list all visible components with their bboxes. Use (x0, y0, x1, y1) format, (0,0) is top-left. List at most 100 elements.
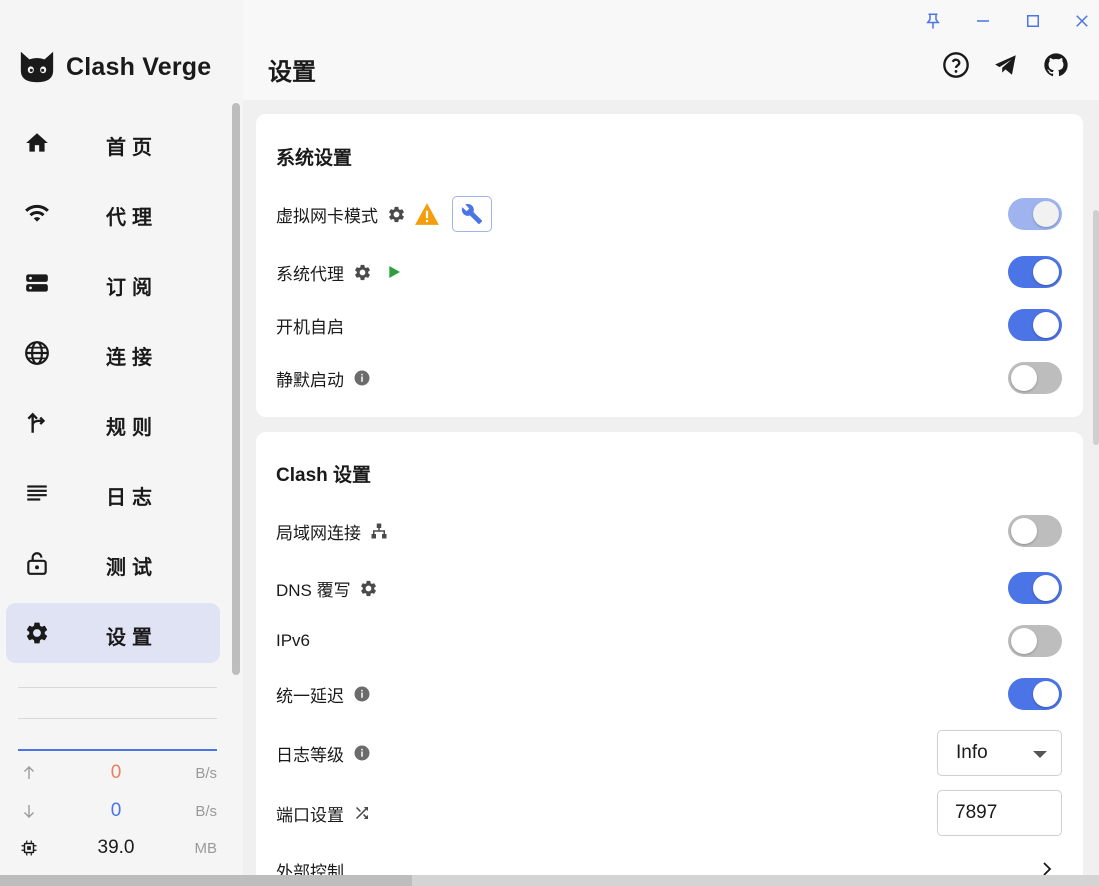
sidebar-item-label: 代理 (106, 207, 158, 229)
log-level-row: 日志等级 Info (276, 730, 1062, 776)
divider (18, 687, 217, 688)
network-icon[interactable] (369, 521, 389, 541)
log-level-label: 日志等级 (276, 745, 344, 765)
scrollbar-thumb[interactable] (0, 875, 412, 886)
chevron-right-icon (1043, 862, 1052, 875)
pin-icon (926, 13, 940, 29)
sidebar-nav: 首页 代理 订阅 连接 规则 日志 测试 设置 (6, 113, 220, 673)
memory-value: 39.0 (97, 837, 135, 858)
system-settings-card: 系统设置 虚拟网卡模式 系统代理 开机自启 静默启动 (256, 114, 1083, 417)
close-icon (1076, 15, 1088, 27)
info-icon[interactable] (352, 743, 372, 763)
divider (18, 718, 217, 719)
page-title: 设置 (268, 59, 316, 86)
wifi-icon (25, 204, 49, 222)
port-label: 端口设置 (276, 805, 344, 825)
sidebar-item-connections[interactable]: 连接 (6, 323, 220, 383)
cat-logo-icon (20, 51, 54, 83)
help-circle-icon (943, 52, 969, 78)
app-logo: Clash Verge (18, 48, 211, 86)
download-value: 0 (110, 800, 122, 821)
log-level-select[interactable]: Info (937, 730, 1062, 776)
telegram-button[interactable] (991, 50, 1021, 80)
sidebar-item-profiles[interactable]: 订阅 (6, 253, 220, 313)
download-unit: B/s (195, 803, 217, 820)
auto-launch-row: 开机自启 (276, 305, 1062, 345)
dns-overwrite-label: DNS 覆写 (276, 580, 351, 600)
sidebar-item-logs[interactable]: 日志 (6, 463, 220, 523)
chevron-down-icon (1033, 751, 1047, 758)
sidebar-item-label: 设置 (106, 627, 158, 649)
close-button[interactable] (1069, 8, 1095, 34)
port-input[interactable] (937, 790, 1062, 836)
sidebar-item-label: 测试 (106, 557, 158, 579)
dns-overwrite-toggle[interactable] (1008, 572, 1062, 604)
section-title: Clash 设置 (276, 465, 372, 486)
unified-delay-toggle[interactable] (1008, 678, 1062, 710)
wrench-icon (461, 204, 483, 225)
storage-icon (26, 274, 48, 292)
external-controller-row[interactable]: 外部控制 (276, 850, 1062, 875)
play-icon[interactable] (384, 262, 404, 282)
info-icon[interactable] (352, 684, 372, 704)
app-name: Clash Verge (66, 52, 212, 81)
system-proxy-row: 系统代理 (276, 252, 1062, 292)
globe-icon (25, 341, 49, 365)
sidebar-item-label: 日志 (106, 487, 158, 509)
ipv6-label: IPv6 (276, 631, 311, 650)
tun-mode-toggle[interactable] (1008, 198, 1062, 230)
allow-lan-toggle[interactable] (1008, 515, 1062, 547)
gear-icon[interactable] (386, 204, 406, 224)
minimize-button[interactable] (970, 8, 996, 34)
tun-mode-label: 虚拟网卡模式 (276, 206, 378, 226)
tun-repair-button[interactable] (452, 196, 492, 232)
auto-launch-label: 开机自启 (276, 317, 344, 337)
sidebar-item-test[interactable]: 测试 (6, 533, 220, 593)
sidebar-item-label: 规则 (106, 417, 158, 439)
info-icon[interactable] (352, 368, 372, 388)
dns-overwrite-row: DNS 覆写 (276, 568, 1062, 608)
horizontal-scrollbar[interactable] (0, 875, 1099, 886)
arrow-down-icon (24, 805, 34, 818)
gear-icon[interactable] (352, 262, 372, 282)
help-button[interactable] (941, 50, 971, 80)
auto-launch-toggle[interactable] (1008, 309, 1062, 341)
github-button[interactable] (1041, 50, 1071, 80)
warning-icon[interactable] (414, 203, 440, 225)
ipv6-toggle[interactable] (1008, 625, 1062, 657)
memory-unit: MB (194, 840, 218, 857)
sidebar-item-home[interactable]: 首页 (6, 113, 220, 173)
sidebar-item-label: 连接 (106, 347, 158, 369)
settings-content: 系统设置 虚拟网卡模式 系统代理 开机自启 静默启动 Clash 设置 局域网连… (243, 100, 1099, 875)
gear-icon[interactable] (359, 578, 379, 598)
pin-button[interactable] (920, 8, 946, 34)
tun-mode-row: 虚拟网卡模式 (276, 194, 1062, 234)
sidebar-item-rules[interactable]: 规则 (6, 393, 220, 453)
sidebar: Clash Verge 首页 代理 订阅 连接 规则 日志 测试 设置 0 B/… (0, 0, 243, 886)
telegram-icon (995, 55, 1016, 75)
system-proxy-toggle[interactable] (1008, 256, 1062, 288)
upload-unit: B/s (195, 765, 217, 782)
sidebar-item-label: 订阅 (106, 277, 158, 299)
allow-lan-label: 局域网连接 (276, 523, 361, 543)
allow-lan-row: 局域网连接 (276, 511, 1062, 551)
sidebar-item-label: 首页 (106, 137, 158, 159)
system-proxy-label: 系统代理 (276, 264, 344, 284)
sidebar-item-proxy[interactable]: 代理 (6, 183, 220, 243)
sidebar-scrollbar[interactable] (232, 103, 240, 675)
silent-start-label: 静默启动 (276, 370, 344, 390)
list-icon (27, 485, 47, 501)
lock-open-icon (27, 552, 47, 575)
shuffle-icon[interactable] (352, 803, 372, 823)
memory-usage: 39.0 MB (18, 837, 217, 861)
content-scrollbar[interactable] (1093, 210, 1099, 445)
section-title: 系统设置 (276, 148, 353, 169)
external-controller-label: 外部控制 (276, 862, 344, 876)
silent-start-toggle[interactable] (1008, 362, 1062, 394)
maximize-button[interactable] (1020, 8, 1046, 34)
sidebar-item-settings[interactable]: 设置 (6, 603, 220, 663)
log-level-value: Info (956, 742, 988, 763)
clash-settings-card: Clash 设置 局域网连接 DNS 覆写 IPv6 统一延迟 日志等级 Inf… (256, 432, 1083, 875)
minimize-icon (977, 20, 989, 22)
unified-delay-label: 统一延迟 (276, 686, 344, 706)
